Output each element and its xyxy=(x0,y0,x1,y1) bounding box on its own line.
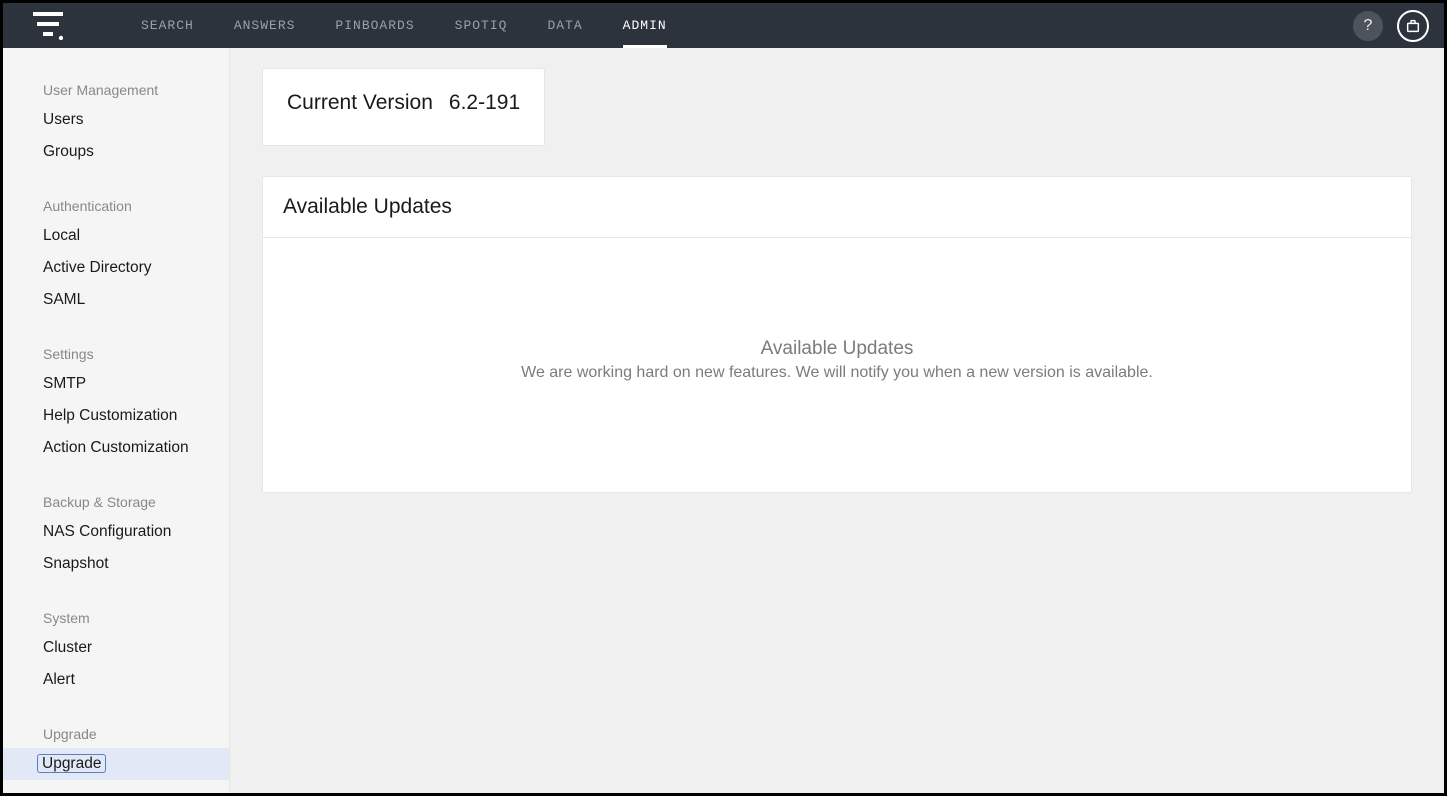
topnav-spotiq[interactable]: SPOTIQ xyxy=(435,3,528,48)
sidebar-section-upgrade: Upgrade xyxy=(3,720,229,748)
sidebar-item-smtp[interactable]: SMTP xyxy=(3,368,229,400)
topnav-data[interactable]: DATA xyxy=(527,3,602,48)
help-icon: ? xyxy=(1364,17,1373,35)
sidebar-item-snapshot[interactable]: Snapshot xyxy=(3,548,229,580)
sidebar-item-saml[interactable]: SAML xyxy=(3,284,229,316)
briefcase-icon xyxy=(1405,18,1421,34)
sidebar-item-help-customization[interactable]: Help Customization xyxy=(3,400,229,432)
sidebar-item-groups[interactable]: Groups xyxy=(3,136,229,168)
help-button[interactable]: ? xyxy=(1353,11,1383,41)
updates-empty-text: We are working hard on new features. We … xyxy=(283,364,1391,382)
sidebar-item-alert[interactable]: Alert xyxy=(3,664,229,696)
sidebar[interactable]: User Management Users Groups Authenticat… xyxy=(3,48,230,793)
available-updates-card: Available Updates Available Updates We a… xyxy=(262,176,1412,493)
sidebar-item-active-directory[interactable]: Active Directory xyxy=(3,252,229,284)
topnav-admin[interactable]: ADMIN xyxy=(603,3,687,48)
version-value: 6.2-191 xyxy=(449,91,520,115)
sidebar-section-system: System xyxy=(3,604,229,632)
sidebar-item-label: Upgrade xyxy=(37,754,106,773)
sidebar-section-user-management: User Management xyxy=(3,76,229,104)
user-avatar[interactable] xyxy=(1397,10,1429,42)
sidebar-section-authentication: Authentication xyxy=(3,192,229,220)
updates-heading: Available Updates xyxy=(263,177,1411,238)
sidebar-section-settings: Settings xyxy=(3,340,229,368)
sidebar-item-local[interactable]: Local xyxy=(3,220,229,252)
sidebar-item-action-customization[interactable]: Action Customization xyxy=(3,432,229,464)
version-row: Current Version 6.2-191 xyxy=(287,91,520,115)
topnav-pinboards[interactable]: PINBOARDS xyxy=(315,3,434,48)
sidebar-item-upgrade[interactable]: Upgrade xyxy=(3,748,229,780)
topnav: SEARCH ANSWERS PINBOARDS SPOTIQ DATA ADM… xyxy=(121,3,1353,48)
sidebar-item-users[interactable]: Users xyxy=(3,104,229,136)
updates-empty-title: Available Updates xyxy=(283,338,1391,360)
sidebar-scroll: User Management Users Groups Authenticat… xyxy=(3,76,229,780)
updates-body: Available Updates We are working hard on… xyxy=(263,238,1411,492)
sidebar-item-nas-configuration[interactable]: NAS Configuration xyxy=(3,516,229,548)
app-frame: SEARCH ANSWERS PINBOARDS SPOTIQ DATA ADM… xyxy=(3,3,1444,793)
sidebar-section-backup-storage: Backup & Storage xyxy=(3,488,229,516)
topbar: SEARCH ANSWERS PINBOARDS SPOTIQ DATA ADM… xyxy=(3,3,1444,48)
topnav-search[interactable]: SEARCH xyxy=(121,3,214,48)
topnav-answers[interactable]: ANSWERS xyxy=(214,3,316,48)
body: User Management Users Groups Authenticat… xyxy=(3,48,1444,793)
topbar-right: ? xyxy=(1353,10,1429,42)
main-content: Current Version 6.2-191 Available Update… xyxy=(230,48,1444,793)
current-version-card: Current Version 6.2-191 xyxy=(262,68,545,146)
version-label: Current Version xyxy=(287,91,433,115)
sidebar-item-cluster[interactable]: Cluster xyxy=(3,632,229,664)
logo[interactable] xyxy=(33,12,63,40)
